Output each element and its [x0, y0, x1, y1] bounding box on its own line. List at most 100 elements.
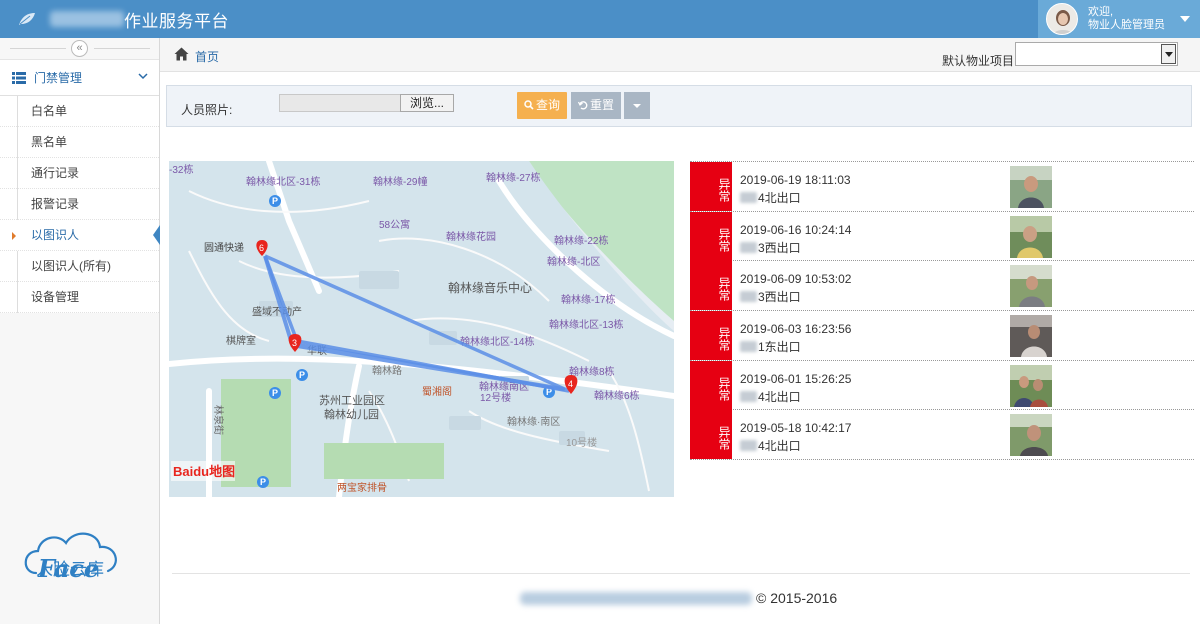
browse-button[interactable]: 浏览... — [400, 94, 454, 112]
app-title: 作业服务平台 — [124, 11, 229, 31]
trajectory-map[interactable]: -32栋 翰林缘北区-31栋 翰林缘-29幢 翰林缘-27栋 58公寓 翰林缘花… — [169, 161, 674, 497]
active-notch — [153, 225, 160, 245]
footer: © 2015-2016 — [520, 590, 837, 606]
svg-text:3: 3 — [292, 338, 297, 348]
map-canvas[interactable]: -32栋 翰林缘北区-31栋 翰林缘-29幢 翰林缘-27栋 58公寓 翰林缘花… — [169, 161, 674, 497]
divider — [94, 48, 150, 49]
search-form: 人员照片: 浏览... 查询 重置 — [166, 85, 1192, 127]
recognition-record-list: 异常 2019-06-19 18:11:03 4北出口 异常 2019-06-1… — [690, 161, 1194, 461]
map-label: 圆通快递 — [204, 241, 244, 254]
menu-section-label: 门禁管理 — [34, 71, 83, 85]
property-label: 默认物业项目 — [942, 54, 1015, 68]
map-label: 林泉街 — [212, 405, 225, 435]
tree-line — [17, 282, 18, 313]
property-select[interactable] — [1015, 42, 1178, 66]
sidebar-item-blacklist[interactable]: 黑名单 — [0, 127, 159, 158]
map-label: 58公寓 — [379, 218, 410, 231]
record-location: 4北出口 — [758, 389, 801, 404]
face-photo-thumbnail[interactable] — [1010, 166, 1052, 208]
record-location: 4北出口 — [758, 439, 801, 454]
sidebar-item-label: 以图识人 — [31, 228, 80, 242]
sidebar-item-label: 报警记录 — [31, 197, 80, 211]
baidu-map-logo: Baidu地图 — [171, 461, 235, 481]
sidebar-collapse-row: « — [0, 38, 159, 60]
map-label: 翰林缘花园 — [446, 230, 496, 243]
reset-button[interactable]: 重置 — [571, 92, 621, 119]
map-label: 棋牌室 — [226, 334, 256, 347]
map-label: 翰林缘-北区 — [547, 255, 600, 268]
sidebar-item-whitelist[interactable]: 白名单 — [0, 96, 159, 127]
face-photo-thumbnail[interactable] — [1010, 414, 1052, 457]
record-row[interactable]: 异常 2019-06-03 16:23:56 1东出口 — [690, 311, 1194, 361]
sidebar-item-label: 以图识人(所有) — [31, 259, 111, 273]
divider — [10, 48, 66, 49]
face-photo-thumbnail[interactable] — [1010, 215, 1052, 258]
record-time: 2019-05-18 10:42:17 — [740, 421, 852, 436]
tree-line — [17, 251, 18, 282]
photo-file-input[interactable] — [279, 94, 401, 112]
record-row[interactable]: 异常 2019-06-01 15:26:25 4北出口 — [690, 360, 1194, 411]
record-row[interactable]: 异常 2019-05-18 10:42:17 4北出口 — [690, 410, 1194, 461]
record-row[interactable]: 异常 2019-06-09 10:53:02 3西出口 — [690, 261, 1194, 312]
query-button[interactable]: 查询 — [517, 92, 567, 119]
svg-text:4: 4 — [568, 379, 573, 389]
menu-section-access-control[interactable]: 门禁管理 — [0, 60, 159, 96]
map-label: -32栋 — [169, 163, 193, 176]
map-label: 翰林缘-27栋 — [486, 171, 540, 184]
tree-line — [17, 96, 18, 127]
svg-text:P: P — [272, 196, 278, 206]
svg-text:P: P — [260, 477, 266, 487]
map-label: 苏州工业园区 — [319, 394, 385, 407]
sidebar-item-access-records[interactable]: 通行记录 — [0, 158, 159, 189]
status-badge: 异常 — [690, 211, 732, 261]
map-label: 翰林缘6栋 — [594, 389, 640, 402]
caret-down-icon[interactable] — [1180, 16, 1190, 22]
brand[interactable]: 作业服务平台 — [18, 0, 229, 38]
home-icon[interactable] — [174, 47, 189, 61]
map-label: 翰林缘音乐中心 — [448, 280, 532, 295]
brand-name-redacted — [50, 11, 124, 27]
status-badge: 异常 — [690, 360, 732, 410]
sidebar-item-search-by-image-all[interactable]: 以图识人(所有) — [0, 251, 159, 282]
breadcrumb-home-link[interactable]: 首页 — [195, 48, 219, 65]
status-badge: 异常 — [690, 162, 732, 211]
face-photo-thumbnail[interactable] — [1010, 315, 1052, 358]
svg-text:P: P — [272, 388, 278, 398]
redacted-text — [740, 291, 757, 303]
sidebar-item-search-by-image[interactable]: 以图识人 — [0, 220, 160, 251]
redacted-text — [740, 241, 757, 253]
breadcrumb-bar: 首页 默认物业项目 — [160, 38, 1200, 72]
tree-line — [17, 189, 18, 220]
tree-line — [17, 158, 18, 189]
map-label: 翰林路 — [372, 364, 402, 377]
redacted-text — [740, 440, 757, 452]
record-time: 2019-06-19 18:11:03 — [740, 173, 851, 187]
chevron-down-icon — [138, 73, 148, 80]
sidebar-item-label: 白名单 — [31, 104, 68, 118]
status-badge: 异常 — [690, 311, 732, 361]
map-label: 翰林缘-22栋 — [554, 234, 608, 247]
username: 物业人脸管理员 — [1088, 19, 1165, 31]
leaf-logo-icon — [19, 13, 35, 25]
record-time: 2019-06-16 10:24:14 — [740, 222, 852, 237]
more-options-button[interactable] — [624, 92, 650, 119]
record-time: 2019-06-03 16:23:56 — [740, 322, 852, 337]
tree-line — [17, 127, 18, 158]
select-arrow-icon[interactable] — [1161, 44, 1176, 64]
double-chevron-left-icon[interactable]: « — [71, 40, 88, 57]
user-menu[interactable]: 欢迎, 物业人脸管理员 — [1038, 0, 1200, 38]
face-photo-thumbnail[interactable] — [1010, 364, 1052, 407]
map-label: 10号楼 — [566, 436, 597, 449]
record-row[interactable]: 异常 2019-06-19 18:11:03 4北出口 — [690, 162, 1194, 212]
sidebar-item-alarm-records[interactable]: 报警记录 — [0, 189, 159, 220]
sidebar-item-device-management[interactable]: 设备管理 — [0, 282, 159, 313]
face-photo-thumbnail[interactable] — [1010, 265, 1052, 308]
map-label: 翰林幼儿园 — [324, 407, 379, 421]
record-location: 4北出口 — [758, 191, 801, 205]
record-row[interactable]: 异常 2019-06-16 10:24:14 3西出口 — [690, 211, 1194, 262]
map-label: 12号楼 — [480, 391, 511, 404]
map-label: 翰林缘北区-13栋 — [549, 318, 623, 331]
footer-divider — [172, 573, 1190, 574]
map-label: 翰林缘-17栋 — [561, 293, 615, 306]
status-badge: 异常 — [690, 410, 732, 460]
